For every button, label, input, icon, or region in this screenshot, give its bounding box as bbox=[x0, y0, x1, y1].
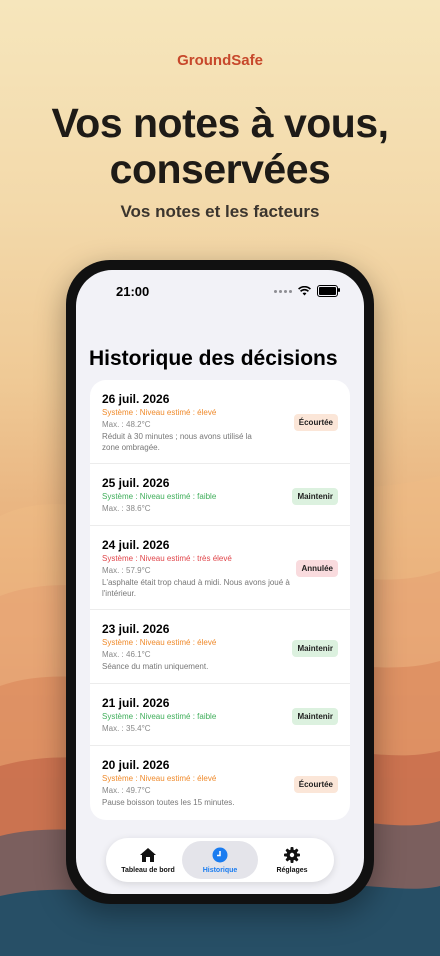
entry-status-badge: Maintenir bbox=[292, 488, 338, 505]
phone-frame: 21:00 Historique des décisions 26 juil. … bbox=[66, 260, 374, 904]
history-row[interactable]: 25 juil. 2026 Système : Niveau estimé : … bbox=[90, 464, 350, 526]
entry-max-temp: Max. : 38.6°C bbox=[102, 504, 151, 513]
tab-settings[interactable]: Réglages bbox=[254, 841, 330, 879]
signal-dots-icon bbox=[274, 289, 292, 293]
entry-note: Pause boisson toutes les 15 minutes. bbox=[102, 798, 235, 807]
entry-date: 21 juil. 2026 bbox=[102, 696, 170, 710]
entry-max-temp: Max. : 57.9°C bbox=[102, 566, 151, 575]
entry-status-badge: Écourtée bbox=[293, 776, 338, 793]
tab-bar: Tableau de bord Historique Réglages bbox=[106, 838, 334, 882]
gear-icon bbox=[283, 846, 301, 864]
entry-system-level: Système : Niveau estimé : très élevé bbox=[102, 554, 232, 563]
decision-history-list: 26 juil. 2026 Système : Niveau estimé : … bbox=[90, 380, 350, 820]
entry-max-temp: Max. : 49.7°C bbox=[102, 786, 151, 795]
entry-note: L'asphalte était trop chaud à midi. Nous… bbox=[102, 578, 290, 598]
entry-system-level: Système : Niveau estimé : élevé bbox=[102, 774, 217, 783]
history-row[interactable]: 24 juil. 2026 Système : Niveau estimé : … bbox=[90, 526, 350, 610]
history-row[interactable]: 26 juil. 2026 Système : Niveau estimé : … bbox=[90, 380, 350, 464]
entry-date: 24 juil. 2026 bbox=[102, 538, 170, 552]
battery-icon bbox=[317, 285, 340, 297]
tab-dashboard[interactable]: Tableau de bord bbox=[110, 841, 186, 879]
headline-line-2: conservées bbox=[109, 146, 331, 192]
status-time: 21:00 bbox=[116, 284, 150, 299]
entry-status-badge: Maintenir bbox=[292, 640, 338, 657]
screen-title: Historique des décisions bbox=[89, 347, 338, 370]
status-icons bbox=[274, 285, 340, 297]
entry-note: Réduit à 30 minutes ; nous avons utilisé… bbox=[102, 432, 252, 452]
tab-label: Réglages bbox=[276, 867, 308, 874]
house-icon bbox=[139, 846, 157, 864]
entry-status-badge: Écourtée bbox=[293, 414, 338, 431]
brand-name: GroundSafe bbox=[177, 52, 263, 69]
clock-icon bbox=[211, 846, 229, 864]
history-row[interactable]: 23 juil. 2026 Système : Niveau estimé : … bbox=[90, 610, 350, 684]
entry-system-level: Système : Niveau estimé : élevé bbox=[102, 638, 217, 647]
entry-note: Séance du matin uniquement. bbox=[102, 662, 209, 671]
entry-max-temp: Max. : 48.2°C bbox=[102, 420, 151, 429]
entry-max-temp: Max. : 46.1°C bbox=[102, 650, 151, 659]
entry-status-badge: Maintenir bbox=[292, 708, 338, 725]
entry-date: 20 juil. 2026 bbox=[102, 758, 170, 772]
phone-screen: 21:00 Historique des décisions 26 juil. … bbox=[76, 270, 364, 894]
wifi-icon bbox=[298, 286, 311, 296]
entry-system-level: Système : Niveau estimé : élevé bbox=[102, 408, 217, 417]
tab-label: Historique bbox=[202, 867, 238, 874]
entry-date: 25 juil. 2026 bbox=[102, 476, 170, 490]
headline-line-1: Vos notes à vous, bbox=[51, 100, 389, 146]
entry-status-badge: Annulée bbox=[296, 560, 338, 577]
entry-max-temp: Max. : 35.4°C bbox=[102, 724, 151, 733]
history-row[interactable]: 21 juil. 2026 Système : Niveau estimé : … bbox=[90, 684, 350, 746]
tab-label: Tableau de bord bbox=[121, 867, 175, 874]
entry-date: 23 juil. 2026 bbox=[102, 622, 170, 636]
subheadline: Vos notes et les facteurs bbox=[120, 202, 320, 221]
tab-history[interactable]: Historique bbox=[182, 841, 258, 879]
entry-system-level: Système : Niveau estimé : faible bbox=[102, 492, 217, 501]
headline: Vos notes à vous, conservées bbox=[0, 100, 440, 192]
entry-system-level: Système : Niveau estimé : faible bbox=[102, 712, 217, 721]
history-row[interactable]: 20 juil. 2026 Système : Niveau estimé : … bbox=[90, 746, 350, 820]
entry-date: 26 juil. 2026 bbox=[102, 392, 170, 406]
